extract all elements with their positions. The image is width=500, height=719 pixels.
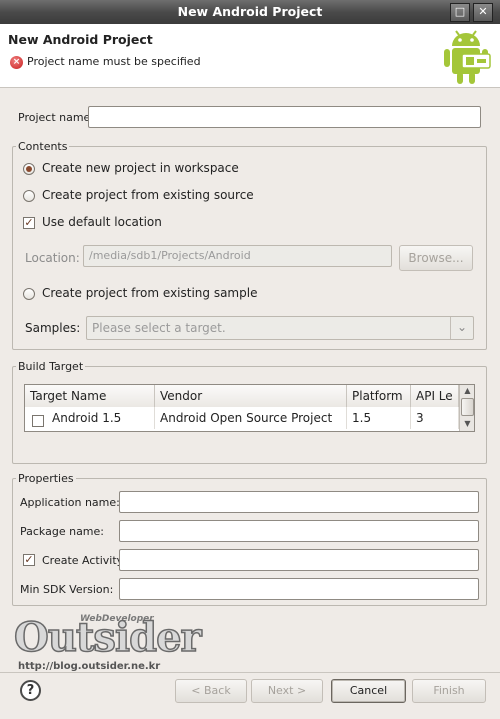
window-title-bar[interactable]: New Android Project □ ✕ (0, 0, 500, 24)
create-new-project-label[interactable]: Create new project in workspace (42, 161, 239, 175)
project-name-label: Project name: (18, 111, 95, 124)
checkmark-icon: ✓ (24, 216, 34, 229)
column-header-target-name[interactable]: Target Name (25, 385, 155, 407)
samples-dropdown[interactable]: Please select a target. ⌄ (86, 316, 474, 340)
existing-source-radio[interactable] (23, 190, 35, 202)
maximize-button[interactable]: □ (450, 3, 470, 22)
checkmark-icon: ✓ (24, 553, 34, 566)
scroll-down-icon[interactable]: ▼ (460, 418, 474, 430)
help-button[interactable]: ? (20, 680, 41, 701)
next-button[interactable]: Next > (251, 679, 323, 703)
vendor-cell: Android Open Source Project (155, 407, 347, 429)
min-sdk-input[interactable] (119, 578, 479, 600)
column-header-platform[interactable]: Platform (347, 385, 411, 407)
help-question-icon: ? (26, 683, 35, 698)
watermark-logo: WebDeveloper Outsider http://blog.outsid… (13, 614, 204, 676)
samples-placeholder: Please select a target. (92, 321, 226, 335)
scroll-up-icon[interactable]: ▲ (460, 385, 474, 397)
maximize-icon: □ (454, 5, 466, 18)
build-target-table[interactable]: Target Name Vendor Platform API Le Andro… (24, 384, 475, 432)
create-activity-input[interactable] (119, 549, 479, 571)
application-name-input[interactable] (119, 491, 479, 513)
back-button[interactable]: < Back (175, 679, 247, 703)
min-sdk-label: Min SDK Version: (20, 583, 114, 596)
watermark-brand: Outsider (13, 614, 202, 661)
cancel-button[interactable]: Cancel (331, 679, 406, 703)
platform-cell: 1.5 (347, 407, 411, 429)
application-name-label: Application name: (20, 496, 120, 509)
watermark-url: http://blog.outsider.ne.kr (18, 661, 161, 672)
error-message: Project name must be specified (27, 55, 201, 68)
create-activity-checkbox[interactable]: ✓ (23, 554, 35, 566)
create-new-project-radio[interactable] (23, 163, 35, 175)
error-x-icon: × (10, 55, 23, 69)
location-label: Location: (25, 251, 80, 265)
existing-source-label[interactable]: Create project from existing source (42, 188, 254, 202)
wizard-header: New Android Project × Project name must b… (0, 24, 500, 88)
existing-sample-radio[interactable] (23, 288, 35, 300)
scroll-thumb[interactable] (461, 398, 474, 416)
package-name-input[interactable] (119, 520, 479, 542)
create-activity-label[interactable]: Create Activity: (42, 554, 126, 567)
chevron-down-icon[interactable]: ⌄ (450, 317, 473, 339)
browse-button[interactable]: Browse... (399, 245, 473, 271)
properties-legend: Properties (16, 472, 76, 485)
api-level-cell: 3 (411, 407, 459, 429)
existing-sample-label[interactable]: Create project from existing sample (42, 286, 257, 300)
contents-legend: Contents (16, 140, 70, 153)
finish-button[interactable]: Finish (412, 679, 486, 703)
wizard-title: New Android Project (8, 32, 153, 47)
column-header-api-level[interactable]: API Le (411, 385, 459, 407)
close-window-button[interactable]: ✕ (473, 3, 493, 22)
target-name-cell: Android 1.5 (47, 407, 155, 429)
package-name-label: Package name: (20, 525, 104, 538)
error-message-row: × Project name must be specified (10, 55, 201, 69)
close-icon: ✕ (478, 5, 488, 18)
window-title: New Android Project (177, 4, 323, 19)
samples-label: Samples: (25, 321, 81, 335)
footer-divider (0, 672, 500, 673)
use-default-location-checkbox[interactable]: ✓ (23, 217, 35, 229)
table-scrollbar[interactable]: ▲ ▼ (459, 385, 474, 431)
android-robot-icon (444, 30, 491, 84)
target-checkbox[interactable] (32, 415, 44, 427)
project-name-input[interactable] (88, 106, 481, 128)
column-header-vendor[interactable]: Vendor (155, 385, 347, 407)
location-input[interactable]: /media/sdb1/Projects/Android (83, 245, 392, 267)
build-target-legend: Build Target (16, 360, 86, 373)
use-default-location-label[interactable]: Use default location (42, 215, 162, 229)
